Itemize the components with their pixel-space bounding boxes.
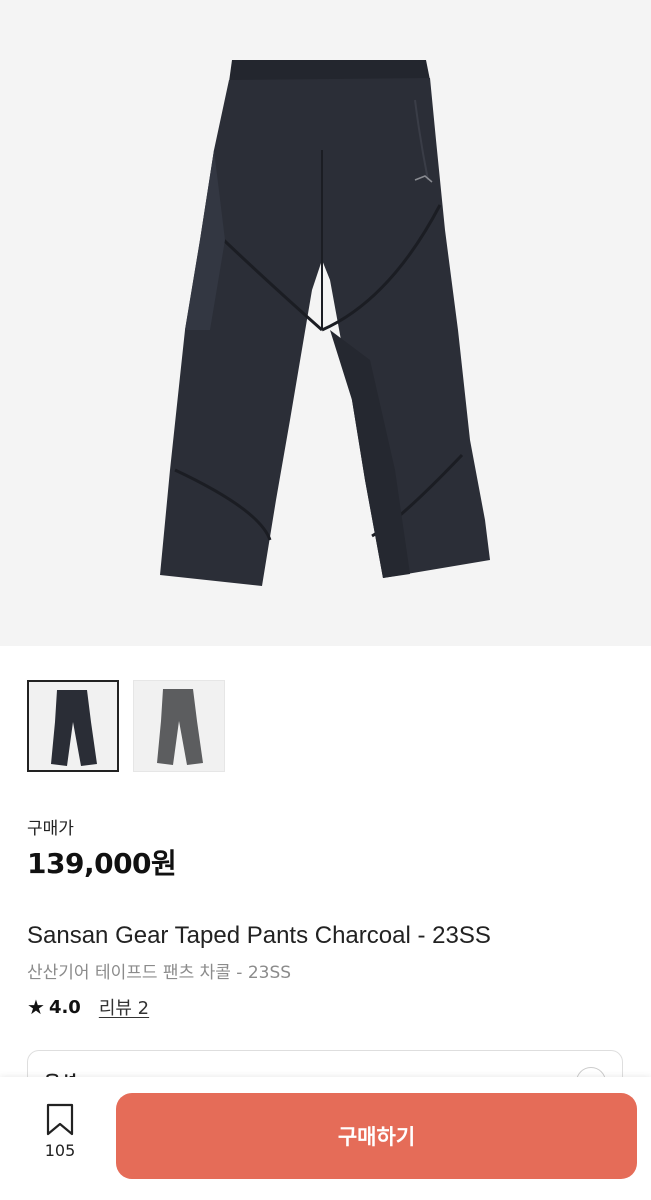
pants-illustration (160, 60, 490, 586)
product-main-image[interactable] (0, 0, 651, 646)
review-link[interactable]: 리뷰 2 (99, 994, 149, 1020)
thumbnail-charcoal[interactable] (27, 680, 119, 772)
rating-score: 4.0 (48, 996, 81, 1018)
product-name-en: Sansan Gear Taped Pants Charcoal - 23SS (27, 922, 491, 949)
charcoal-pants-thumb-icon (51, 690, 97, 766)
bookmark-button[interactable]: 105 (30, 1103, 90, 1163)
thumbnail-grey[interactable] (133, 680, 225, 772)
bookmark-count: 105 (44, 1141, 76, 1160)
thumbnail-list (27, 680, 225, 772)
bottom-action-bar: 105 구매하기 (0, 1077, 651, 1200)
star-icon: ★ (27, 995, 45, 1019)
rating-row: ★ 4.0 리뷰 2 (27, 994, 149, 1020)
product-name-ko: 산산기어 테이프드 팬츠 차콜 - 23SS (27, 963, 292, 983)
buy-button[interactable]: 구매하기 (116, 1093, 637, 1179)
price-label: 구매가 (27, 819, 74, 839)
grey-pants-thumb-icon (157, 689, 203, 765)
bookmark-icon (46, 1103, 74, 1136)
price-value: 139,000원 (27, 847, 177, 880)
